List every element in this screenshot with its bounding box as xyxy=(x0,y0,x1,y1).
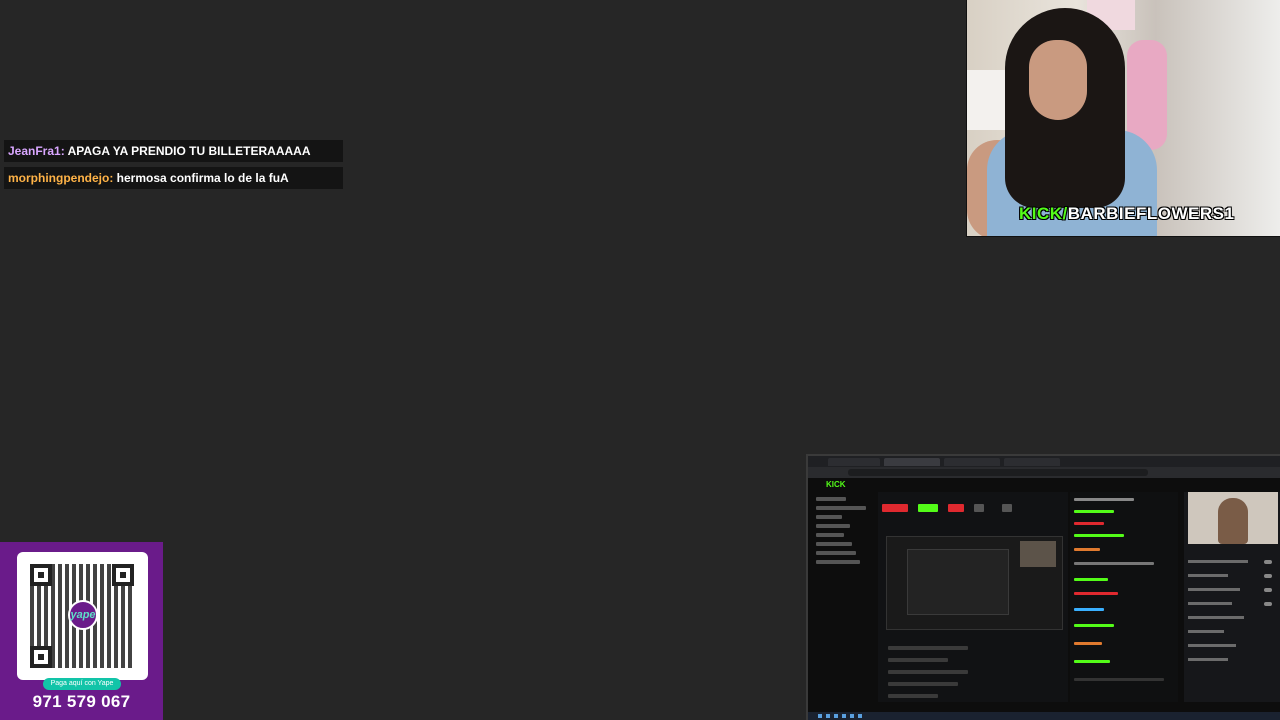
webcam-feed: KICK/BARBIEFLOWERS1 xyxy=(966,0,1280,237)
chat-text: APAGA YA PRENDIO TU BILLETERAAAAA xyxy=(67,144,311,158)
browser-tab xyxy=(884,458,940,466)
address-bar xyxy=(808,467,1280,478)
chat-username: morphingpendejo xyxy=(8,171,110,185)
capture-webcam xyxy=(1188,492,1278,544)
kick-logo: KICK xyxy=(826,480,846,489)
browser-tab xyxy=(944,458,1000,466)
screen-capture: KICK xyxy=(806,454,1280,720)
browser-tab xyxy=(1004,458,1060,466)
chat-username: JeanFra1 xyxy=(8,144,61,158)
capture-chat xyxy=(1070,492,1178,702)
capture-dashboard xyxy=(878,492,1068,702)
yape-donation-panel: yape Paga aquí con Yape 971 579 067 xyxy=(0,542,163,720)
qr-finder-bottom-left xyxy=(30,646,52,668)
capture-sidebar xyxy=(812,492,874,702)
chat-text: hermosa confirma lo de la fuA xyxy=(116,171,289,185)
stream-preview xyxy=(886,536,1063,630)
chat-message: JeanFra1: APAGA YA PRENDIO TU BILLETERAA… xyxy=(4,140,343,162)
kick-prefix: KICK/ xyxy=(1019,204,1068,223)
chat-colon: : xyxy=(60,144,68,158)
chat-message: morphingpendejo: hermosa confirma lo de … xyxy=(4,167,343,189)
pay-label: Paga aquí con Yape xyxy=(43,678,121,690)
chat-colon: : xyxy=(109,171,117,185)
capture-settings-panel xyxy=(1184,492,1280,702)
browser-tabs xyxy=(808,456,1280,467)
qr-card: yape xyxy=(17,552,148,680)
channel-name: BARBIEFLOWERS1 xyxy=(1067,204,1235,223)
phone-number: 971 579 067 xyxy=(32,692,131,711)
streamer-face xyxy=(1029,40,1087,120)
browser-tab xyxy=(828,458,880,466)
yape-logo-icon: yape xyxy=(68,600,98,630)
channel-watermark: KICK/BARBIEFLOWERS1 xyxy=(1019,204,1234,224)
capture-list xyxy=(882,638,1064,698)
qr-finder-top-right xyxy=(112,564,134,586)
capture-taskbar xyxy=(808,712,1280,720)
qr-finder-top-left xyxy=(30,564,52,586)
